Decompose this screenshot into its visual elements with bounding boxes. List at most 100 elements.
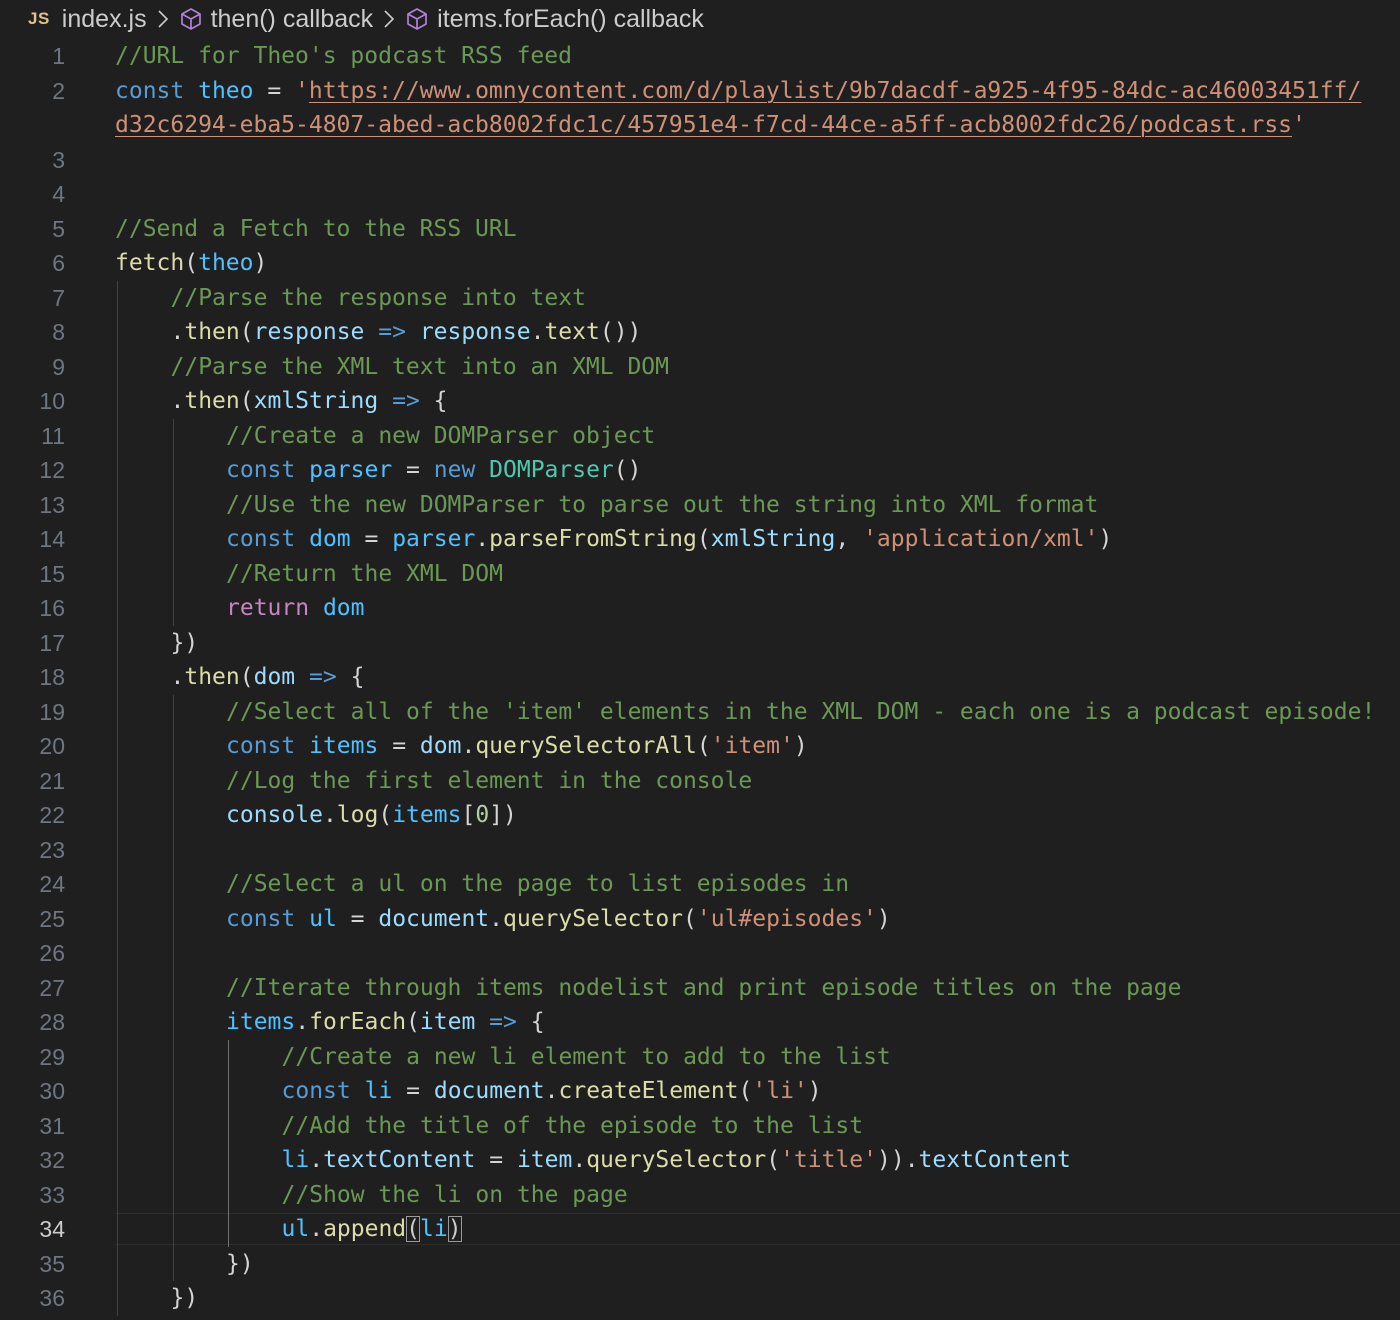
bracket-match-token: ( (406, 1216, 421, 1242)
code-line[interactable]: 9 //Parse the XML text into an XML DOM (0, 350, 1400, 385)
url-link[interactable]: https://www.omnycontent.com/d/playlist/9… (309, 78, 1361, 104)
code-line[interactable]: 5 //Send a Fetch to the RSS URL (0, 212, 1400, 247)
line-number: 32 (39, 1147, 65, 1173)
code-text: const parser = new DOMParser() (226, 453, 641, 488)
line-number: 36 (39, 1285, 65, 1311)
code-line[interactable]: 18 .then(dom => { (0, 660, 1400, 695)
url-link[interactable]: d32c6294-eba5-4807-abed-acb8002fdc1c/457… (115, 112, 1292, 138)
code-text: //Use the new DOMParser to parse out the… (226, 488, 1098, 523)
function-token: log (336, 802, 379, 828)
breadcrumb-symbol[interactable]: then() callback (211, 5, 374, 34)
keyword-token: const (115, 77, 185, 104)
keyword-token: const (226, 905, 296, 932)
punctuation-token: ( (683, 905, 697, 932)
line-number: 24 (39, 871, 65, 897)
punctuation-token: = (475, 1147, 517, 1173)
code-line[interactable]: 13 //Use the new DOMParser to parse out t… (0, 488, 1400, 523)
punctuation-token: ( (406, 1009, 420, 1035)
code-line[interactable]: 22 console.log(items[0]) (0, 798, 1400, 833)
code-line[interactable]: 7 //Parse the response into text (0, 281, 1400, 316)
line-number: 30 (39, 1078, 65, 1104)
variable-token: li (281, 1147, 310, 1173)
code-line[interactable]: 14 const dom = parser.parseFromString(xml… (0, 522, 1400, 557)
variable-token: li (420, 1216, 448, 1242)
comment-token: //Return the XML DOM (226, 560, 503, 587)
punctuation-token: . (295, 1009, 310, 1035)
punctuation-token: ( (696, 733, 711, 759)
code-line[interactable]: 25 const ul = document.querySelector('ul#… (0, 902, 1400, 937)
code-line[interactable]: 26 (0, 936, 1400, 971)
punctuation-token: . (170, 319, 185, 345)
line-number: 20 (39, 733, 65, 759)
punctuation-token: . (461, 733, 476, 759)
punctuation-token: ) (807, 1078, 822, 1104)
code-line[interactable]: 12 const parser = new DOMParser() (0, 453, 1400, 488)
code-text: const li = document.createElement('li') (282, 1074, 822, 1109)
code-line[interactable]: 32 li.textContent = item.querySelector('t… (0, 1143, 1400, 1178)
code-line[interactable]: 17}) (0, 626, 1400, 661)
code-text: //Return the XML DOM (226, 557, 503, 592)
code-line[interactable]: 23 (0, 833, 1400, 868)
code-line[interactable]: 34 ul.append(li) (0, 1212, 1400, 1247)
punctuation-token: , (835, 526, 864, 552)
line-number: 17 (39, 629, 65, 656)
indent-guide (172, 694, 174, 1281)
code-line[interactable]: 20 const items = dom.querySelectorAll('it… (0, 729, 1400, 764)
punctuation-token: = (378, 733, 420, 759)
line-number: 27 (39, 974, 65, 1001)
code-text: const items = dom.querySelectorAll('item… (226, 729, 808, 764)
code-text: return dom (226, 591, 365, 626)
code-line[interactable]: 19 //Select all of the 'item' elements in… (0, 695, 1400, 730)
code-line[interactable]: 33 //Show the li on the page (0, 1178, 1400, 1213)
punctuation-token: . (530, 319, 545, 345)
punctuation-token (295, 457, 309, 483)
code-text: d32c6294-eba5-4807-abed-acb8002fdc1c/457… (115, 108, 1306, 143)
identifier-token: console (226, 802, 323, 828)
function-token: then (184, 388, 240, 414)
code-line[interactable]: 8 .then(response => response.text()) (0, 315, 1400, 350)
code-line[interactable]: 30 const li = document.createElement('li'… (0, 1074, 1400, 1109)
code-line[interactable]: 36}) (0, 1281, 1400, 1316)
code-text: .then(response => response.text()) (171, 315, 642, 350)
punctuation-token: . (544, 1078, 559, 1104)
code-line[interactable]: 35}) (0, 1247, 1400, 1282)
line-number: 13 (39, 491, 65, 518)
punctuation-token: . (309, 1147, 324, 1173)
class-token: DOMParser (489, 457, 614, 483)
code-line[interactable]: 1 //URL for Theo's podcast RSS feed (0, 39, 1400, 74)
code-line[interactable]: 3 (0, 143, 1400, 178)
keyword-token: new (433, 457, 476, 483)
code-line[interactable]: 6 fetch(theo) (0, 246, 1400, 281)
line-number: 29 (39, 1043, 65, 1070)
code-line[interactable]: 27 //Iterate through items nodelist and p… (0, 971, 1400, 1006)
code-text: //Select all of the 'item' elements in t… (226, 695, 1375, 730)
code-line[interactable]: d32c6294-eba5-4807-abed-acb8002fdc1c/457… (0, 108, 1400, 143)
code-text: //Add the title of the episode to the li… (282, 1109, 864, 1144)
comment-token: //Iterate through items nodelist and pri… (226, 974, 1182, 1001)
code-line[interactable]: 31 //Add the title of the episode to the … (0, 1109, 1400, 1144)
identifier-token: document (433, 1078, 545, 1104)
code-line[interactable]: 16 return dom (0, 591, 1400, 626)
code-line[interactable]: 21 //Log the first element in the console (0, 764, 1400, 799)
breadcrumb-file[interactable]: index.js (62, 5, 147, 34)
function-token: querySelectorAll (475, 733, 697, 759)
code-line[interactable]: 15 //Return the XML DOM (0, 557, 1400, 592)
code-line[interactable]: 4 (0, 177, 1400, 212)
breadcrumb-symbol[interactable]: items.forEach() callback (437, 5, 704, 34)
code-line[interactable]: 28 items.forEach(item => { (0, 1005, 1400, 1040)
punctuation-token (475, 1009, 489, 1035)
code-editor[interactable]: 1 //URL for Theo's podcast RSS feed 2 const… (0, 38, 1400, 1320)
line-number: 31 (39, 1112, 65, 1139)
punctuation-token (364, 319, 378, 345)
comment-token: //Parse the response into text (170, 284, 586, 311)
punctuation-token: ( (766, 1147, 781, 1173)
code-line[interactable]: 11 //Create a new DOMParser object (0, 419, 1400, 454)
punctuation-token: ( (184, 250, 199, 276)
punctuation-token: () (613, 457, 642, 483)
code-line[interactable]: 10 .then(xmlString => { (0, 384, 1400, 419)
line-number: 6 (52, 250, 65, 276)
code-line[interactable]: 29 //Create a new li element to add to th… (0, 1040, 1400, 1075)
code-line[interactable]: 24 //Select a ul on the page to list epis… (0, 867, 1400, 902)
code-line[interactable]: 2 const theo = 'https://www.omnycontent.c… (0, 74, 1400, 109)
keyword-token: const (226, 733, 296, 759)
